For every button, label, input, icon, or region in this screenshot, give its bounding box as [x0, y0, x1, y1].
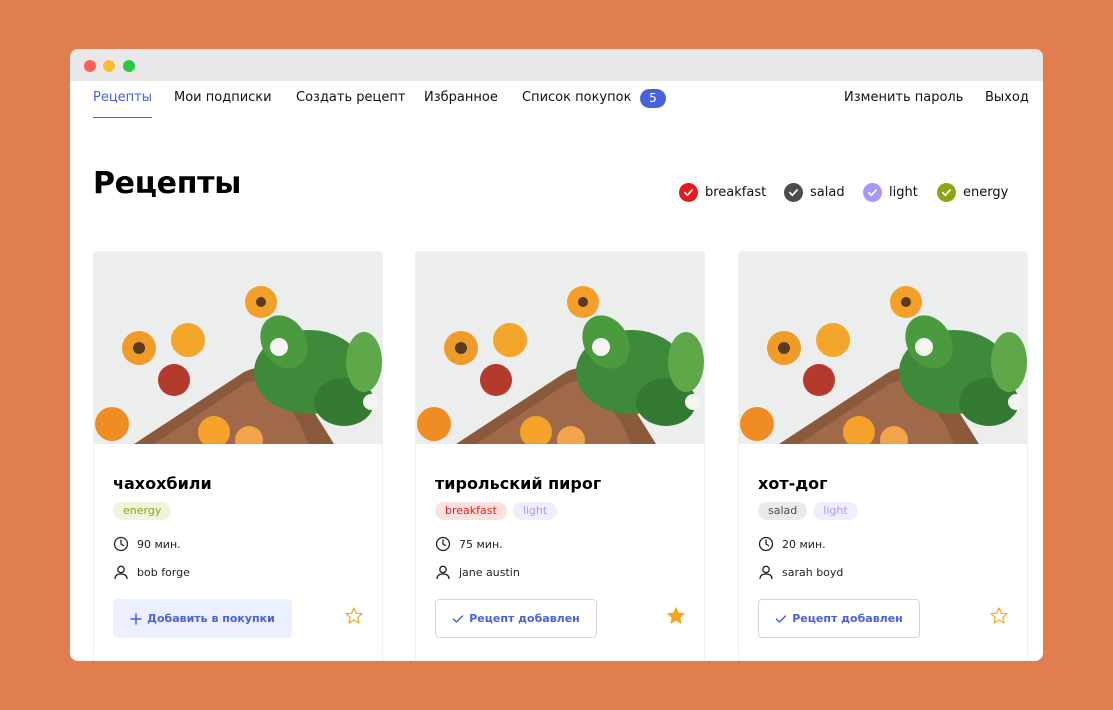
cook-time: 20 мин.	[758, 536, 826, 552]
tag-light: light	[512, 502, 558, 520]
recipe-tags: breakfast light	[435, 502, 558, 520]
recipe-title[interactable]: чахохбили	[113, 474, 212, 493]
check-icon	[775, 614, 787, 623]
recipe-tags: energy	[113, 502, 172, 520]
check-icon	[452, 614, 464, 623]
user-icon	[436, 565, 450, 580]
browser-window: Рецепты Мои подписки Создать рецепт Избр…	[70, 49, 1043, 661]
author-name[interactable]: bob forge	[137, 566, 190, 579]
recipe-title[interactable]: хот-дог	[758, 474, 828, 493]
recipe-author: jane austin	[435, 564, 520, 580]
tag-energy: energy	[113, 502, 172, 520]
filter-breakfast[interactable]: breakfast	[679, 181, 766, 203]
clock-icon	[758, 536, 774, 552]
cook-time-value: 90 мин.	[137, 537, 181, 551]
button-label: Рецепт добавлен	[469, 612, 580, 625]
close-window-button[interactable]	[84, 60, 96, 72]
filter-salad[interactable]: salad	[784, 181, 845, 203]
checkbox-checked-icon	[863, 182, 882, 202]
maximize-window-button[interactable]	[123, 60, 135, 72]
filter-label: breakfast	[705, 184, 767, 200]
checkbox-checked-icon	[784, 182, 803, 202]
nav-subscriptions[interactable]: Мои подписки	[174, 90, 272, 106]
nav-create-recipe[interactable]: Создать рецепт	[296, 90, 405, 106]
nav-active-underline	[93, 117, 152, 118]
recipe-image[interactable]	[739, 252, 1027, 444]
filter-energy[interactable]: energy	[937, 181, 1008, 203]
user-icon	[114, 565, 128, 580]
button-label: Добавить в покупки	[147, 612, 275, 625]
filter-light[interactable]: light	[863, 181, 918, 203]
shopping-count-badge: 5	[640, 89, 666, 108]
recipe-image[interactable]	[416, 252, 704, 444]
tag-breakfast: breakfast	[435, 502, 507, 520]
author-name[interactable]: sarah boyd	[782, 566, 843, 579]
minimize-window-button[interactable]	[103, 60, 115, 72]
recipe-author: sarah boyd	[758, 564, 843, 580]
star-outline-icon[interactable]	[989, 606, 1009, 626]
user-icon	[759, 565, 773, 580]
filter-label: salad	[810, 184, 845, 200]
recipe-card[interactable]: чахохбили energy 90 мин. bob forge Добав…	[93, 251, 383, 661]
tag-salad: salad	[758, 502, 808, 520]
recipe-image[interactable]	[94, 252, 382, 444]
recipe-tags: salad light	[758, 502, 858, 520]
checkbox-checked-icon	[937, 182, 956, 202]
tag-light: light	[813, 502, 858, 520]
cook-time: 75 мин.	[435, 536, 503, 552]
nav-change-password[interactable]: Изменить пароль	[844, 90, 963, 106]
cook-time-value: 20 мин.	[782, 537, 826, 551]
page-title: Рецепты	[93, 166, 242, 201]
clock-icon	[113, 536, 129, 552]
nav-recipes[interactable]: Рецепты	[93, 90, 152, 106]
button-label: Рецепт добавлен	[792, 612, 903, 625]
author-name[interactable]: jane austin	[459, 566, 520, 579]
nav-favorites[interactable]: Избранное	[424, 90, 498, 106]
recipe-card[interactable]: тирольский пирог breakfast light 75 мин.…	[415, 251, 705, 661]
recipe-added-button[interactable]: Рецепт добавлен	[435, 599, 597, 638]
clock-icon	[435, 536, 451, 552]
cook-time: 90 мин.	[113, 536, 181, 552]
window-titlebar	[70, 49, 1043, 81]
recipe-added-button[interactable]: Рецепт добавлен	[758, 599, 920, 638]
filter-label: energy	[963, 184, 1009, 200]
recipe-title[interactable]: тирольский пирог	[435, 474, 601, 493]
star-filled-icon[interactable]	[666, 606, 686, 626]
nav-logout[interactable]: Выход	[985, 90, 1029, 106]
top-nav: Рецепты Мои подписки Создать рецепт Избр…	[70, 81, 1043, 131]
recipe-card[interactable]: хот-дог salad light 20 мин. sarah boyd Р…	[738, 251, 1028, 661]
nav-shopping-list[interactable]: Список покупок	[522, 90, 631, 106]
cook-time-value: 75 мин.	[459, 537, 503, 551]
add-to-shopping-button[interactable]: Добавить в покупки	[113, 599, 292, 638]
recipe-author: bob forge	[113, 564, 190, 580]
checkbox-checked-icon	[679, 182, 698, 202]
plus-icon	[130, 612, 142, 625]
filter-label: light	[889, 184, 918, 200]
star-outline-icon[interactable]	[344, 606, 364, 626]
